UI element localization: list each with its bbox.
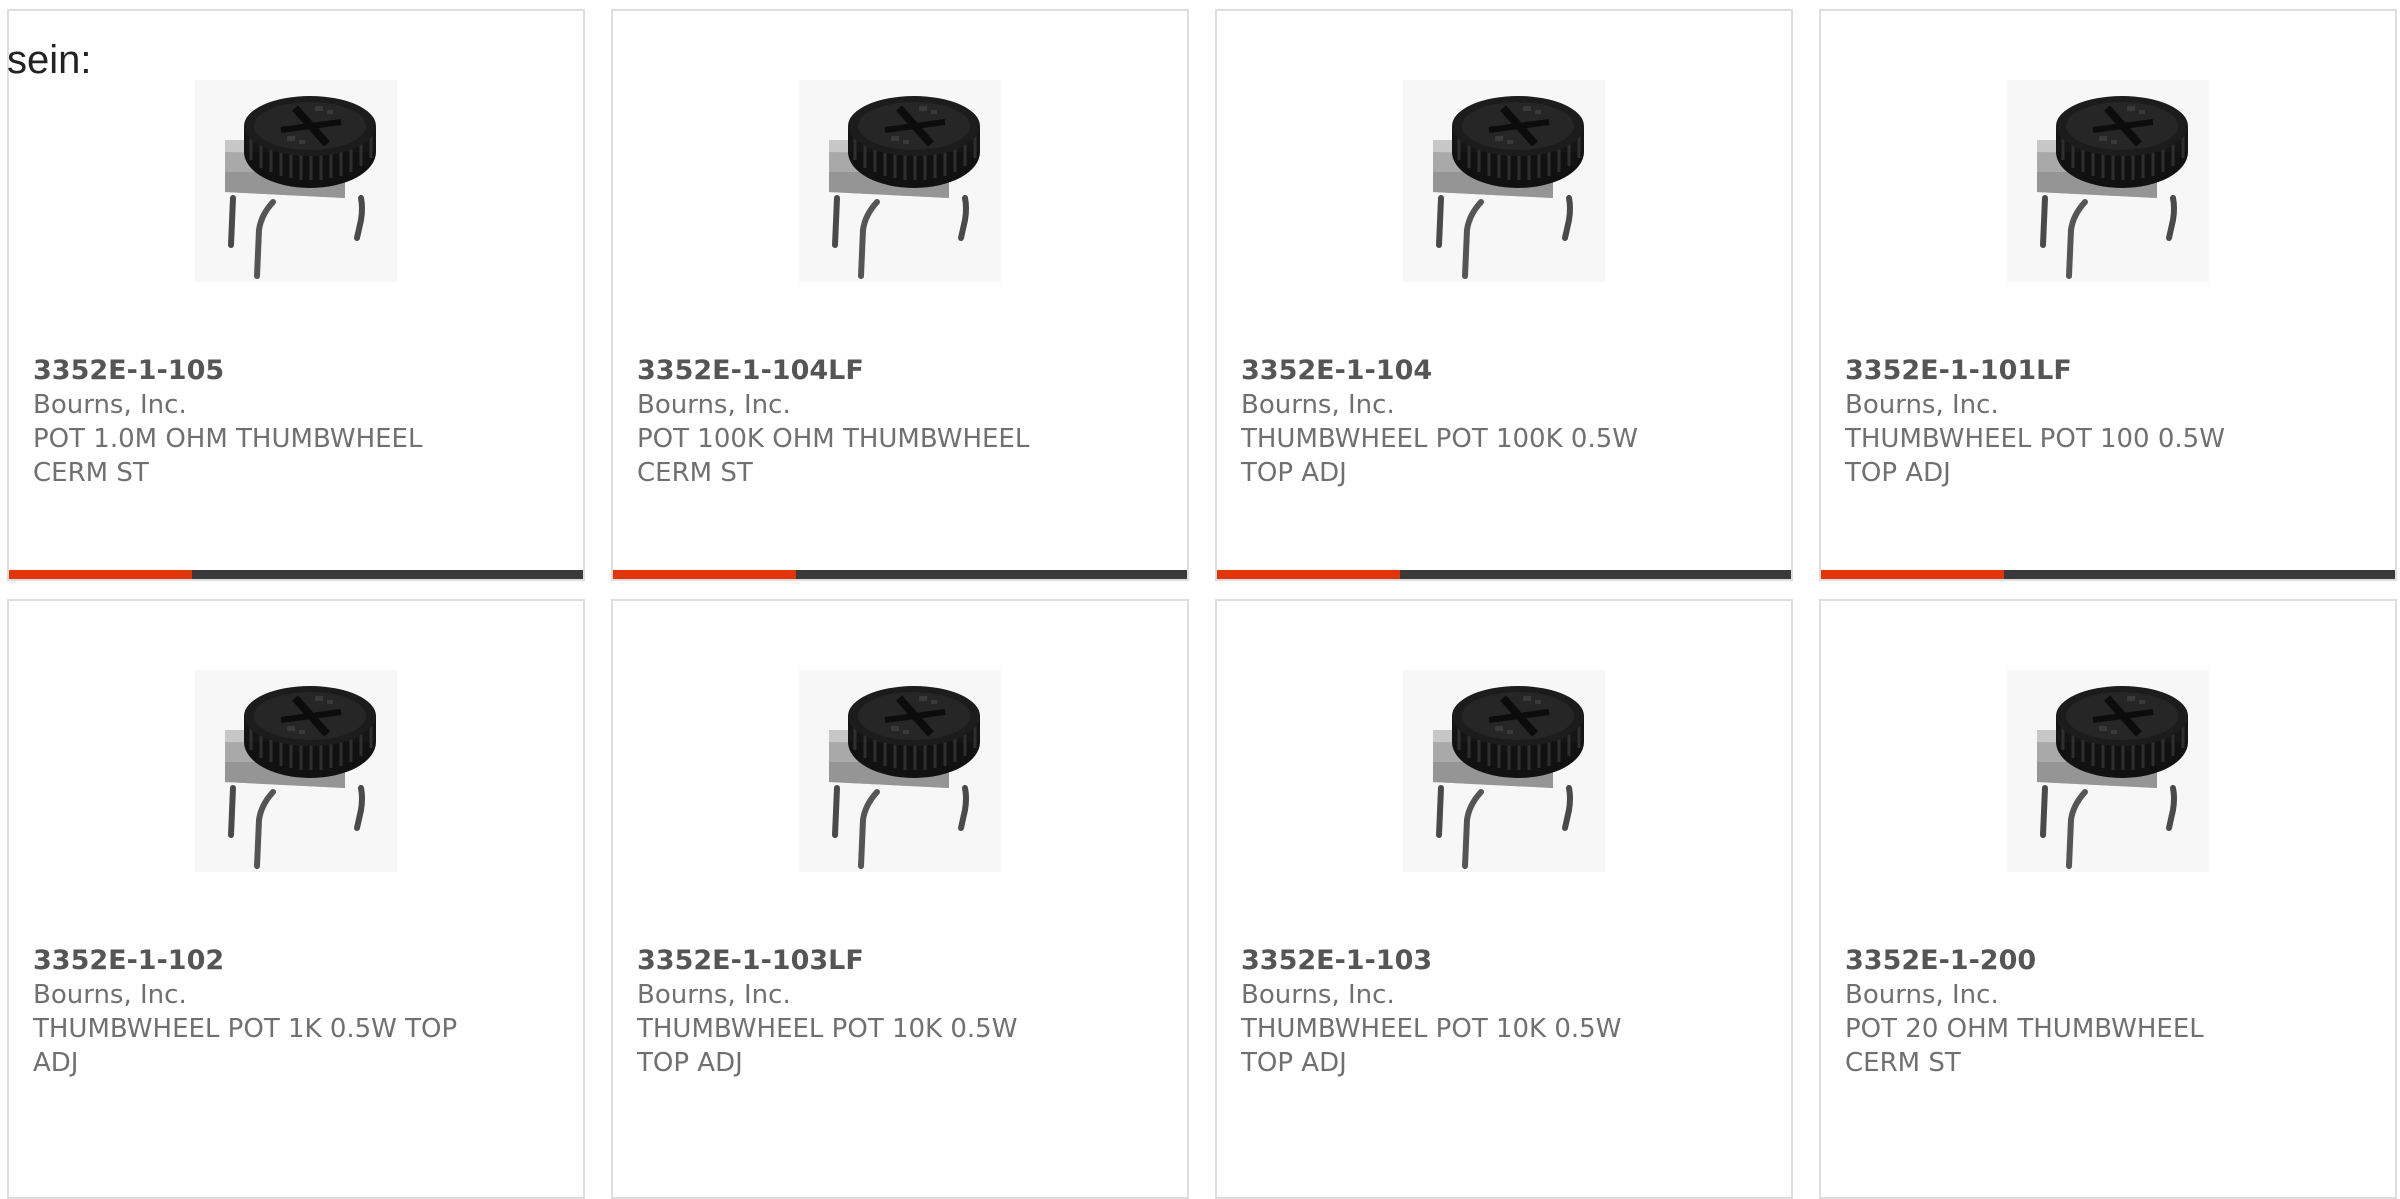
part-number-link[interactable]: 3352E-1-104 xyxy=(1241,354,1771,388)
description-line: ADJ xyxy=(33,1048,79,1078)
part-number-link[interactable]: 3352E-1-102 xyxy=(33,944,563,978)
part-number-link[interactable]: 3352E-1-103 xyxy=(1241,944,1771,978)
manufacturer: Bourns, Inc. xyxy=(1845,390,1999,420)
manufacturer: Bourns, Inc. xyxy=(637,390,791,420)
product-card[interactable]: 3352E-1-103LF Bourns, Inc. THUMBWHEEL PO… xyxy=(611,599,1189,1199)
description-line: TOP ADJ xyxy=(637,1048,743,1078)
product-card[interactable]: 3352E-1-105 Bourns, Inc. POT 1.0M OHM TH… xyxy=(7,9,585,581)
card-bottom-bar xyxy=(9,570,583,579)
product-card[interactable]: 3352E-1-200 Bourns, Inc. POT 20 OHM THUM… xyxy=(1819,599,2397,1199)
description-line: POT 1.0M OHM THUMBWHEEL xyxy=(33,424,423,454)
part-number-link[interactable]: 3352E-1-104LF xyxy=(637,354,1167,388)
part-number-link[interactable]: 3352E-1-200 xyxy=(1845,944,2375,978)
description-line: CERM ST xyxy=(33,458,149,488)
part-number-link[interactable]: 3352E-1-103LF xyxy=(637,944,1167,978)
description-line: TOP ADJ xyxy=(1241,1048,1347,1078)
card-accent-bar xyxy=(613,570,796,579)
thumbwheel-potentiometer-image[interactable] xyxy=(2007,670,2209,872)
card-bottom-bar xyxy=(613,570,1187,579)
card-accent-bar xyxy=(1217,570,1400,579)
product-card[interactable]: 3352E-1-101LF Bourns, Inc. THUMBWHEEL PO… xyxy=(1819,9,2397,581)
thumbwheel-potentiometer-image[interactable] xyxy=(195,670,397,872)
description-line: THUMBWHEEL POT 10K 0.5W xyxy=(1241,1014,1622,1044)
description-line: CERM ST xyxy=(1845,1048,1961,1078)
description-line: POT 100K OHM THUMBWHEEL xyxy=(637,424,1030,454)
manufacturer: Bourns, Inc. xyxy=(33,390,187,420)
description-line: THUMBWHEEL POT 100 0.5W xyxy=(1845,424,2225,454)
thumbwheel-potentiometer-image[interactable] xyxy=(1403,670,1605,872)
manufacturer: Bourns, Inc. xyxy=(33,980,187,1010)
product-card[interactable]: 3352E-1-103 Bourns, Inc. THUMBWHEEL POT … xyxy=(1215,599,1793,1199)
intro-text: sein: xyxy=(7,38,92,82)
manufacturer: Bourns, Inc. xyxy=(637,980,791,1010)
description-line: THUMBWHEEL POT 100K 0.5W xyxy=(1241,424,1638,454)
description-line: THUMBWHEEL POT 1K 0.5W TOP xyxy=(33,1014,458,1044)
manufacturer: Bourns, Inc. xyxy=(1241,980,1395,1010)
card-bottom-bar xyxy=(1217,570,1791,579)
description-line: TOP ADJ xyxy=(1241,458,1347,488)
product-card[interactable]: 3352E-1-102 Bourns, Inc. THUMBWHEEL POT … xyxy=(7,599,585,1199)
description-line: TOP ADJ xyxy=(1845,458,1951,488)
thumbwheel-potentiometer-image[interactable] xyxy=(195,80,397,282)
description-line: POT 20 OHM THUMBWHEEL xyxy=(1845,1014,2204,1044)
card-bottom-bar xyxy=(1821,570,2395,579)
manufacturer: Bourns, Inc. xyxy=(1241,390,1395,420)
description-line: CERM ST xyxy=(637,458,753,488)
thumbwheel-potentiometer-image[interactable] xyxy=(799,670,1001,872)
part-number-link[interactable]: 3352E-1-105 xyxy=(33,354,563,388)
thumbwheel-potentiometer-image[interactable] xyxy=(2007,80,2209,282)
thumbwheel-potentiometer-image[interactable] xyxy=(799,80,1001,282)
manufacturer: Bourns, Inc. xyxy=(1845,980,1999,1010)
thumbwheel-potentiometer-image[interactable] xyxy=(1403,80,1605,282)
product-card[interactable]: 3352E-1-104 Bourns, Inc. THUMBWHEEL POT … xyxy=(1215,9,1793,581)
part-number-link[interactable]: 3352E-1-101LF xyxy=(1845,354,2375,388)
product-card[interactable]: 3352E-1-104LF Bourns, Inc. POT 100K OHM … xyxy=(611,9,1189,581)
description-line: THUMBWHEEL POT 10K 0.5W xyxy=(637,1014,1018,1044)
card-accent-bar xyxy=(1821,570,2004,579)
card-accent-bar xyxy=(9,570,192,579)
product-grid: 3352E-1-105 Bourns, Inc. POT 1.0M OHM TH… xyxy=(7,9,2400,1199)
